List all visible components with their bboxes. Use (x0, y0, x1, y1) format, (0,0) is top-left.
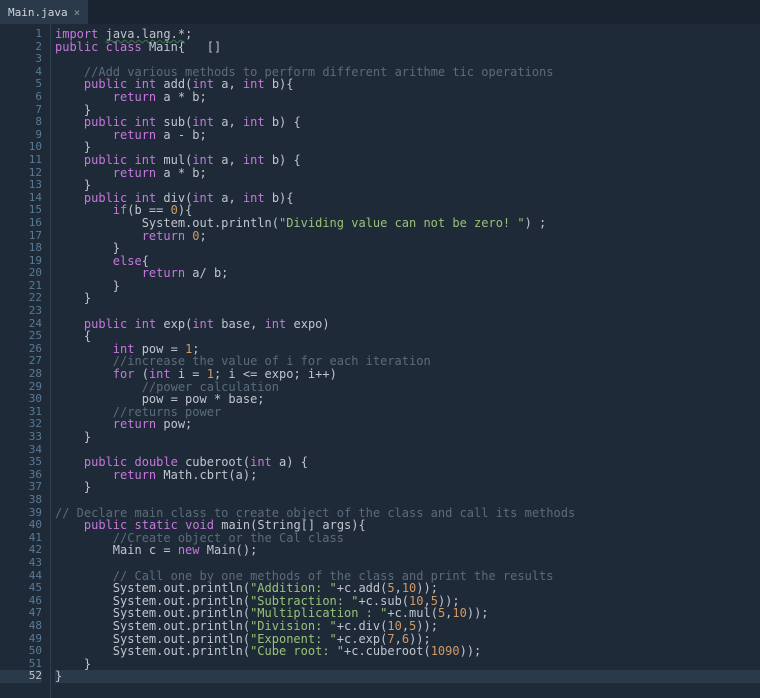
line-number: 38 (0, 494, 42, 507)
code-line: Main c = new Main(); (55, 544, 760, 557)
line-number: 40 (0, 519, 42, 532)
line-number: 33 (0, 431, 42, 444)
line-number: 6 (0, 91, 42, 104)
line-number: 45 (0, 582, 42, 595)
line-number: 11 (0, 154, 42, 167)
line-number: 28 (0, 368, 42, 381)
line-number: 25 (0, 330, 42, 343)
line-number: 48 (0, 620, 42, 633)
line-number: 50 (0, 645, 42, 658)
editor: 1234567891011121314151617181920212223242… (0, 24, 760, 698)
line-number: 52 (0, 670, 42, 683)
file-tab[interactable]: Main.java × (0, 0, 88, 24)
code-line: } (55, 481, 760, 494)
code-line: System.out.println("Cube root: "+c.cuber… (55, 645, 760, 658)
code-line: } (55, 242, 760, 255)
code-line: } (55, 658, 760, 671)
code-line: return a * b; (55, 91, 760, 104)
code-line: public int exp(int base, int expo) (55, 318, 760, 331)
tab-bar: Main.java × (0, 0, 760, 24)
code-line: return 0; (55, 230, 760, 243)
code-line: return a/ b; (55, 267, 760, 280)
line-number: 35 (0, 456, 42, 469)
code-line: return a - b; (55, 129, 760, 142)
line-number: 8 (0, 116, 42, 129)
code-line: } (55, 280, 760, 293)
code-area[interactable]: import java.lang.*;public class Main{ []… (50, 24, 760, 698)
close-icon[interactable]: × (74, 6, 81, 19)
tab-filename: Main.java (8, 6, 68, 19)
line-number: 30 (0, 393, 42, 406)
code-line: return pow; (55, 418, 760, 431)
line-number: 43 (0, 557, 42, 570)
code-line: public class Main{ [] (55, 41, 760, 54)
line-number: 1 (0, 28, 42, 41)
line-number: 3 (0, 53, 42, 66)
code-line: } (55, 292, 760, 305)
line-number-gutter: 1234567891011121314151617181920212223242… (0, 24, 50, 698)
code-line: } (55, 431, 760, 444)
line-number: 20 (0, 267, 42, 280)
code-line: return Math.cbrt(a); (55, 469, 760, 482)
line-number: 23 (0, 305, 42, 318)
code-line: } (55, 670, 760, 683)
line-number: 18 (0, 242, 42, 255)
line-number: 16 (0, 217, 42, 230)
line-number: 13 (0, 179, 42, 192)
code-line: return a * b; (55, 167, 760, 180)
